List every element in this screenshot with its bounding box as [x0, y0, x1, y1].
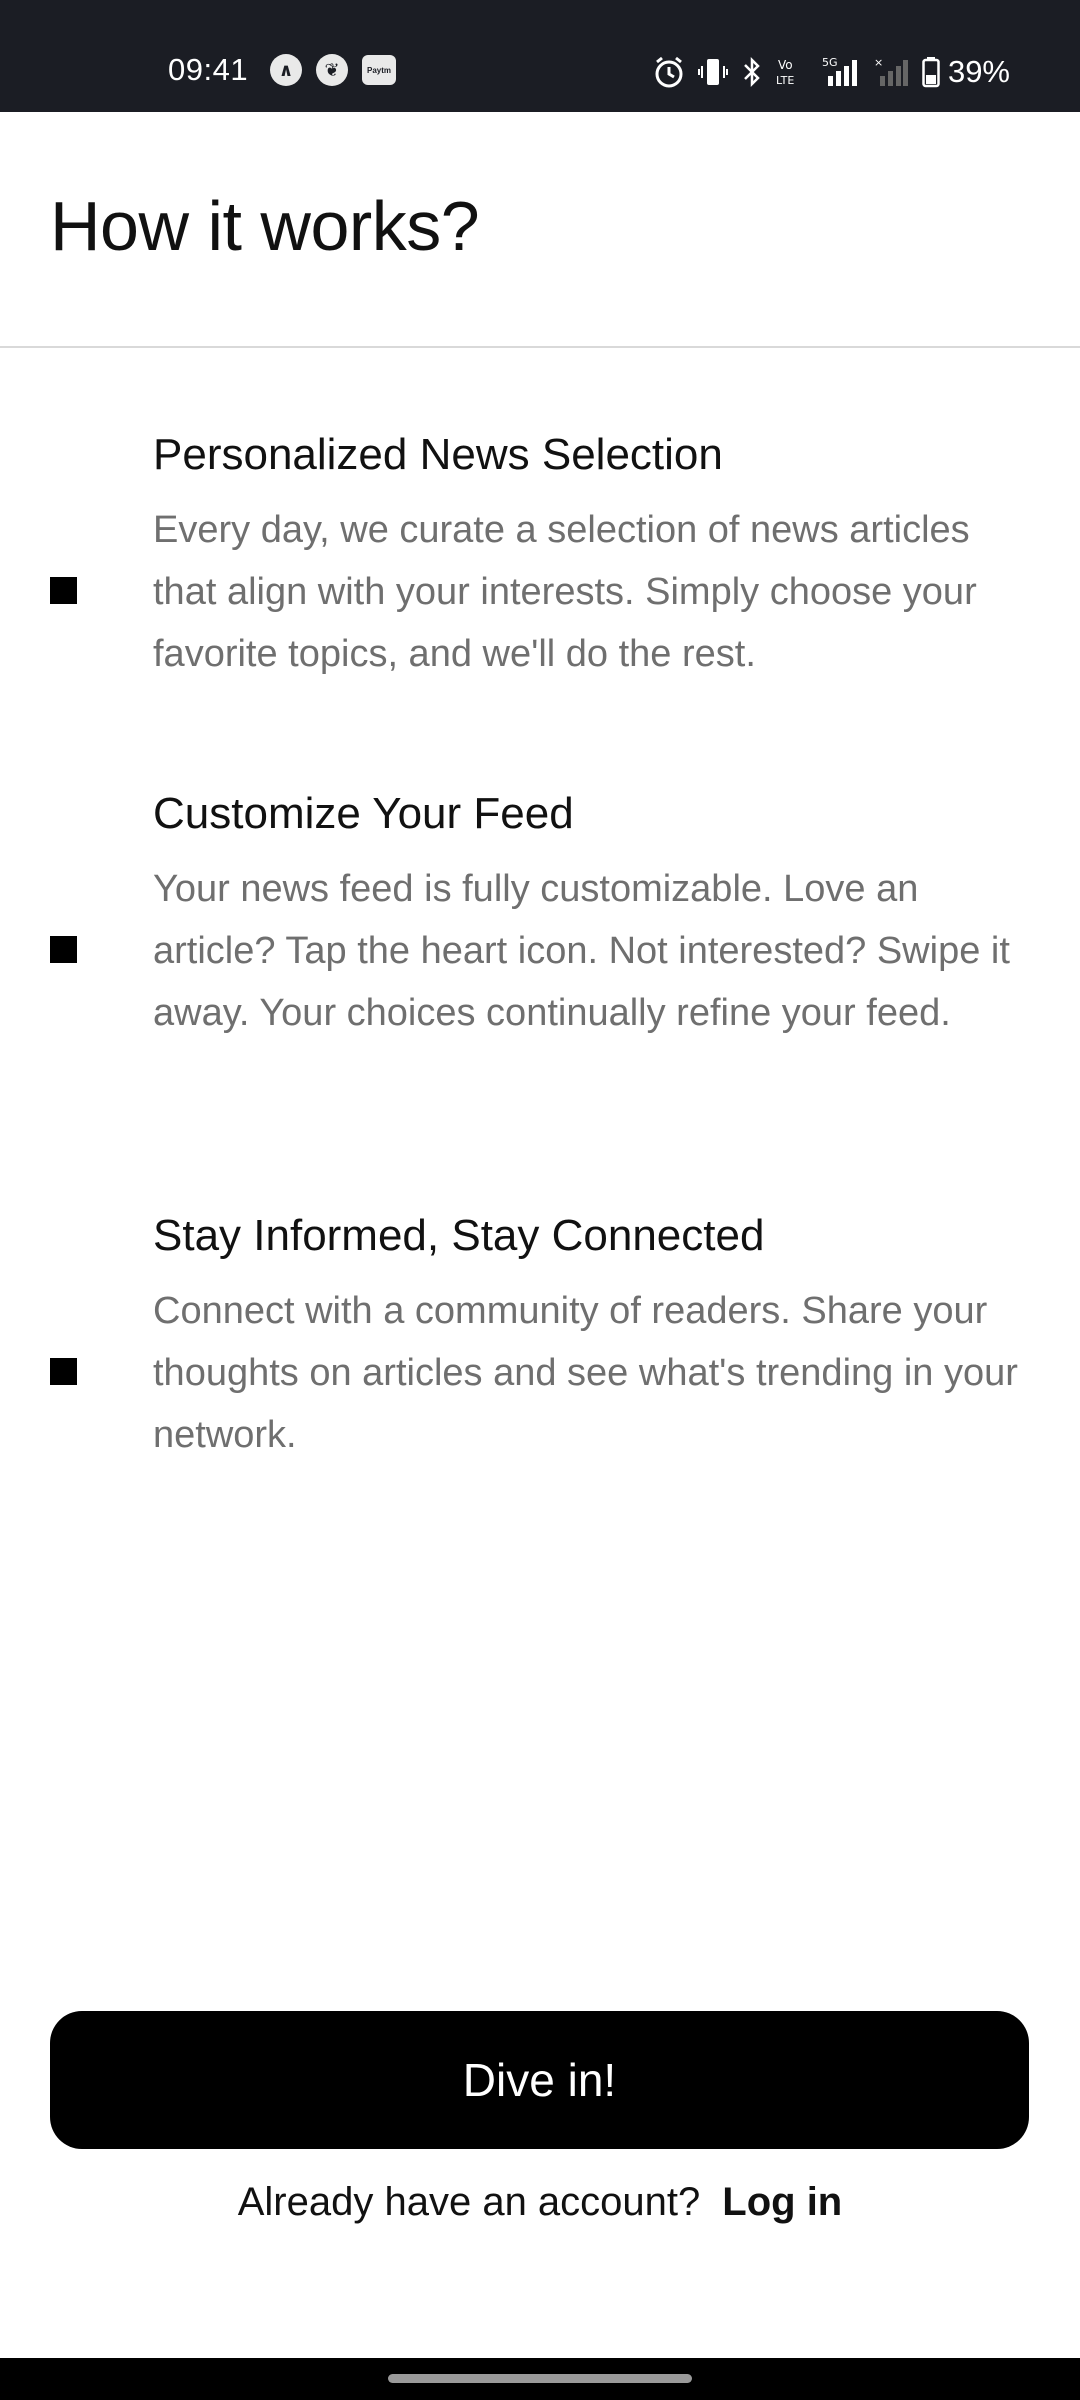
notification-icons: ∧ ❦ Paytm — [270, 54, 396, 86]
bullet-square-icon — [50, 577, 77, 604]
svg-text:Vo: Vo — [778, 58, 793, 72]
login-link[interactable]: Log in — [722, 2180, 842, 2225]
paytm-notification-icon: Paytm — [362, 55, 396, 85]
page-title: How it works? — [50, 187, 480, 265]
feature-description: Your news feed is fully customizable. Lo… — [153, 868, 1010, 1034]
vibrate-icon — [697, 59, 728, 85]
battery-percent: 39% — [947, 54, 1010, 89]
signal-5g-icon: 5G — [822, 56, 857, 86]
app-notification-icon: ∧ — [270, 54, 302, 86]
svg-text:LTE: LTE — [776, 74, 794, 87]
bullet-square-icon — [50, 1358, 77, 1385]
feature-title: Stay Informed, Stay Connected — [153, 1211, 765, 1260]
login-prompt: Already have an account? — [237, 2180, 701, 2224]
feature-title: Customize Your Feed — [153, 789, 574, 838]
feature-description: Every day, we curate a selection of news… — [153, 509, 977, 675]
battery-icon — [922, 57, 940, 88]
status-time: 09:41 — [168, 52, 249, 87]
header-divider — [0, 346, 1080, 348]
login-row: Already have an account? Log in — [0, 2180, 1080, 2225]
navigation-bar — [0, 2358, 1080, 2400]
svg-text:×: × — [874, 56, 883, 69]
alarm-icon — [655, 56, 683, 88]
signal-weak-icon: × — [874, 56, 908, 86]
leaf-notification-icon: ❦ — [316, 54, 348, 86]
svg-text:5G: 5G — [822, 56, 838, 69]
bullet-square-icon — [50, 936, 77, 963]
bluetooth-icon — [744, 56, 760, 88]
dive-in-button[interactable]: Dive in! — [50, 2011, 1029, 2149]
feature-title: Personalized News Selection — [153, 430, 723, 479]
home-indicator[interactable] — [388, 2374, 692, 2383]
volte-icon: Vo LTE — [776, 58, 794, 87]
system-icons: Vo LTE 5G × 39% — [654, 54, 1010, 90]
feature-description: Connect with a community of readers. Sha… — [153, 1290, 1018, 1456]
status-bar: 09:41 ∧ ❦ Paytm Vo LTE 5G × 39% — [0, 0, 1080, 112]
